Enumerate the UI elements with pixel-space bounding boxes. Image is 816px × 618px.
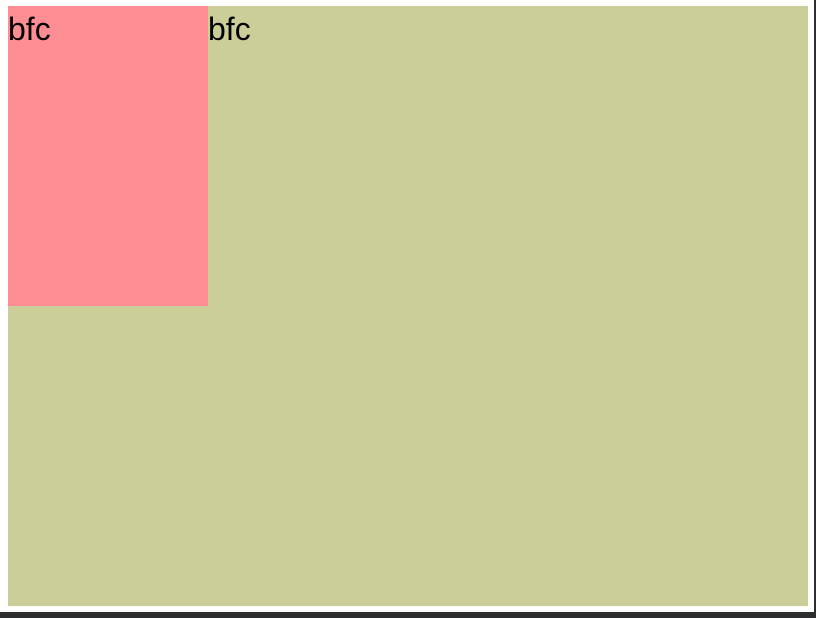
bfc-container: bfc bfc xyxy=(8,6,808,606)
float-box-label: bfc xyxy=(8,11,51,47)
float-box: bfc xyxy=(8,6,208,306)
container-label: bfc xyxy=(208,11,251,47)
page-canvas: bfc bfc xyxy=(0,0,814,612)
